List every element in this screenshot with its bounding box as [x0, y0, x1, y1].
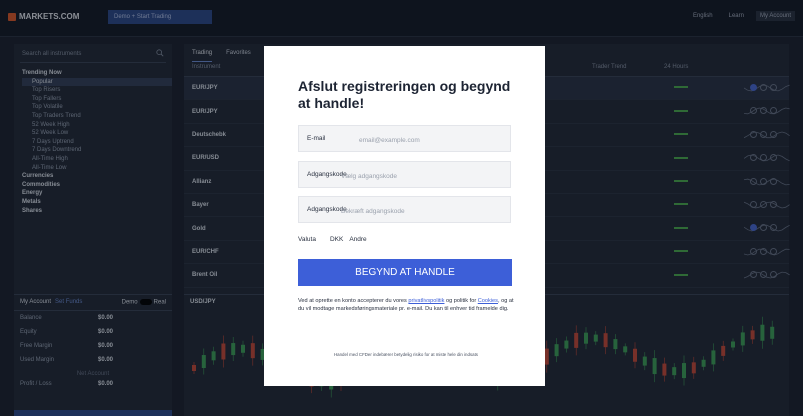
legal-text: Ved at oprette en konto accepterer du vo…: [298, 298, 514, 312]
cookies-link[interactable]: Cookies: [478, 298, 498, 304]
password-input[interactable]: [339, 167, 488, 185]
currency-option-other[interactable]: Andre: [349, 236, 366, 243]
email-input[interactable]: [357, 131, 506, 149]
password-field[interactable]: Adgangskode: [298, 161, 511, 188]
confirm-password-input[interactable]: [339, 202, 488, 220]
registration-modal: Afslut registreringen og begynd at handl…: [264, 46, 545, 386]
currency-selector: Valuta DKK Andre: [298, 236, 367, 243]
start-trading-button[interactable]: BEGYND AT HANDLE: [298, 259, 512, 286]
confirm-password-field[interactable]: Adgangskode: [298, 196, 511, 223]
email-field[interactable]: E-mail: [298, 125, 511, 152]
currency-label: Valuta: [298, 236, 316, 243]
risk-warning: Handel med CFDer indebærer betydelig ris…: [334, 352, 478, 357]
email-label: E-mail: [307, 135, 326, 142]
currency-option-dkk[interactable]: DKK: [330, 236, 343, 243]
privacy-policy-link[interactable]: privatlivspolitik: [408, 298, 444, 304]
modal-title: Afslut registreringen og begynd at handl…: [298, 78, 511, 111]
